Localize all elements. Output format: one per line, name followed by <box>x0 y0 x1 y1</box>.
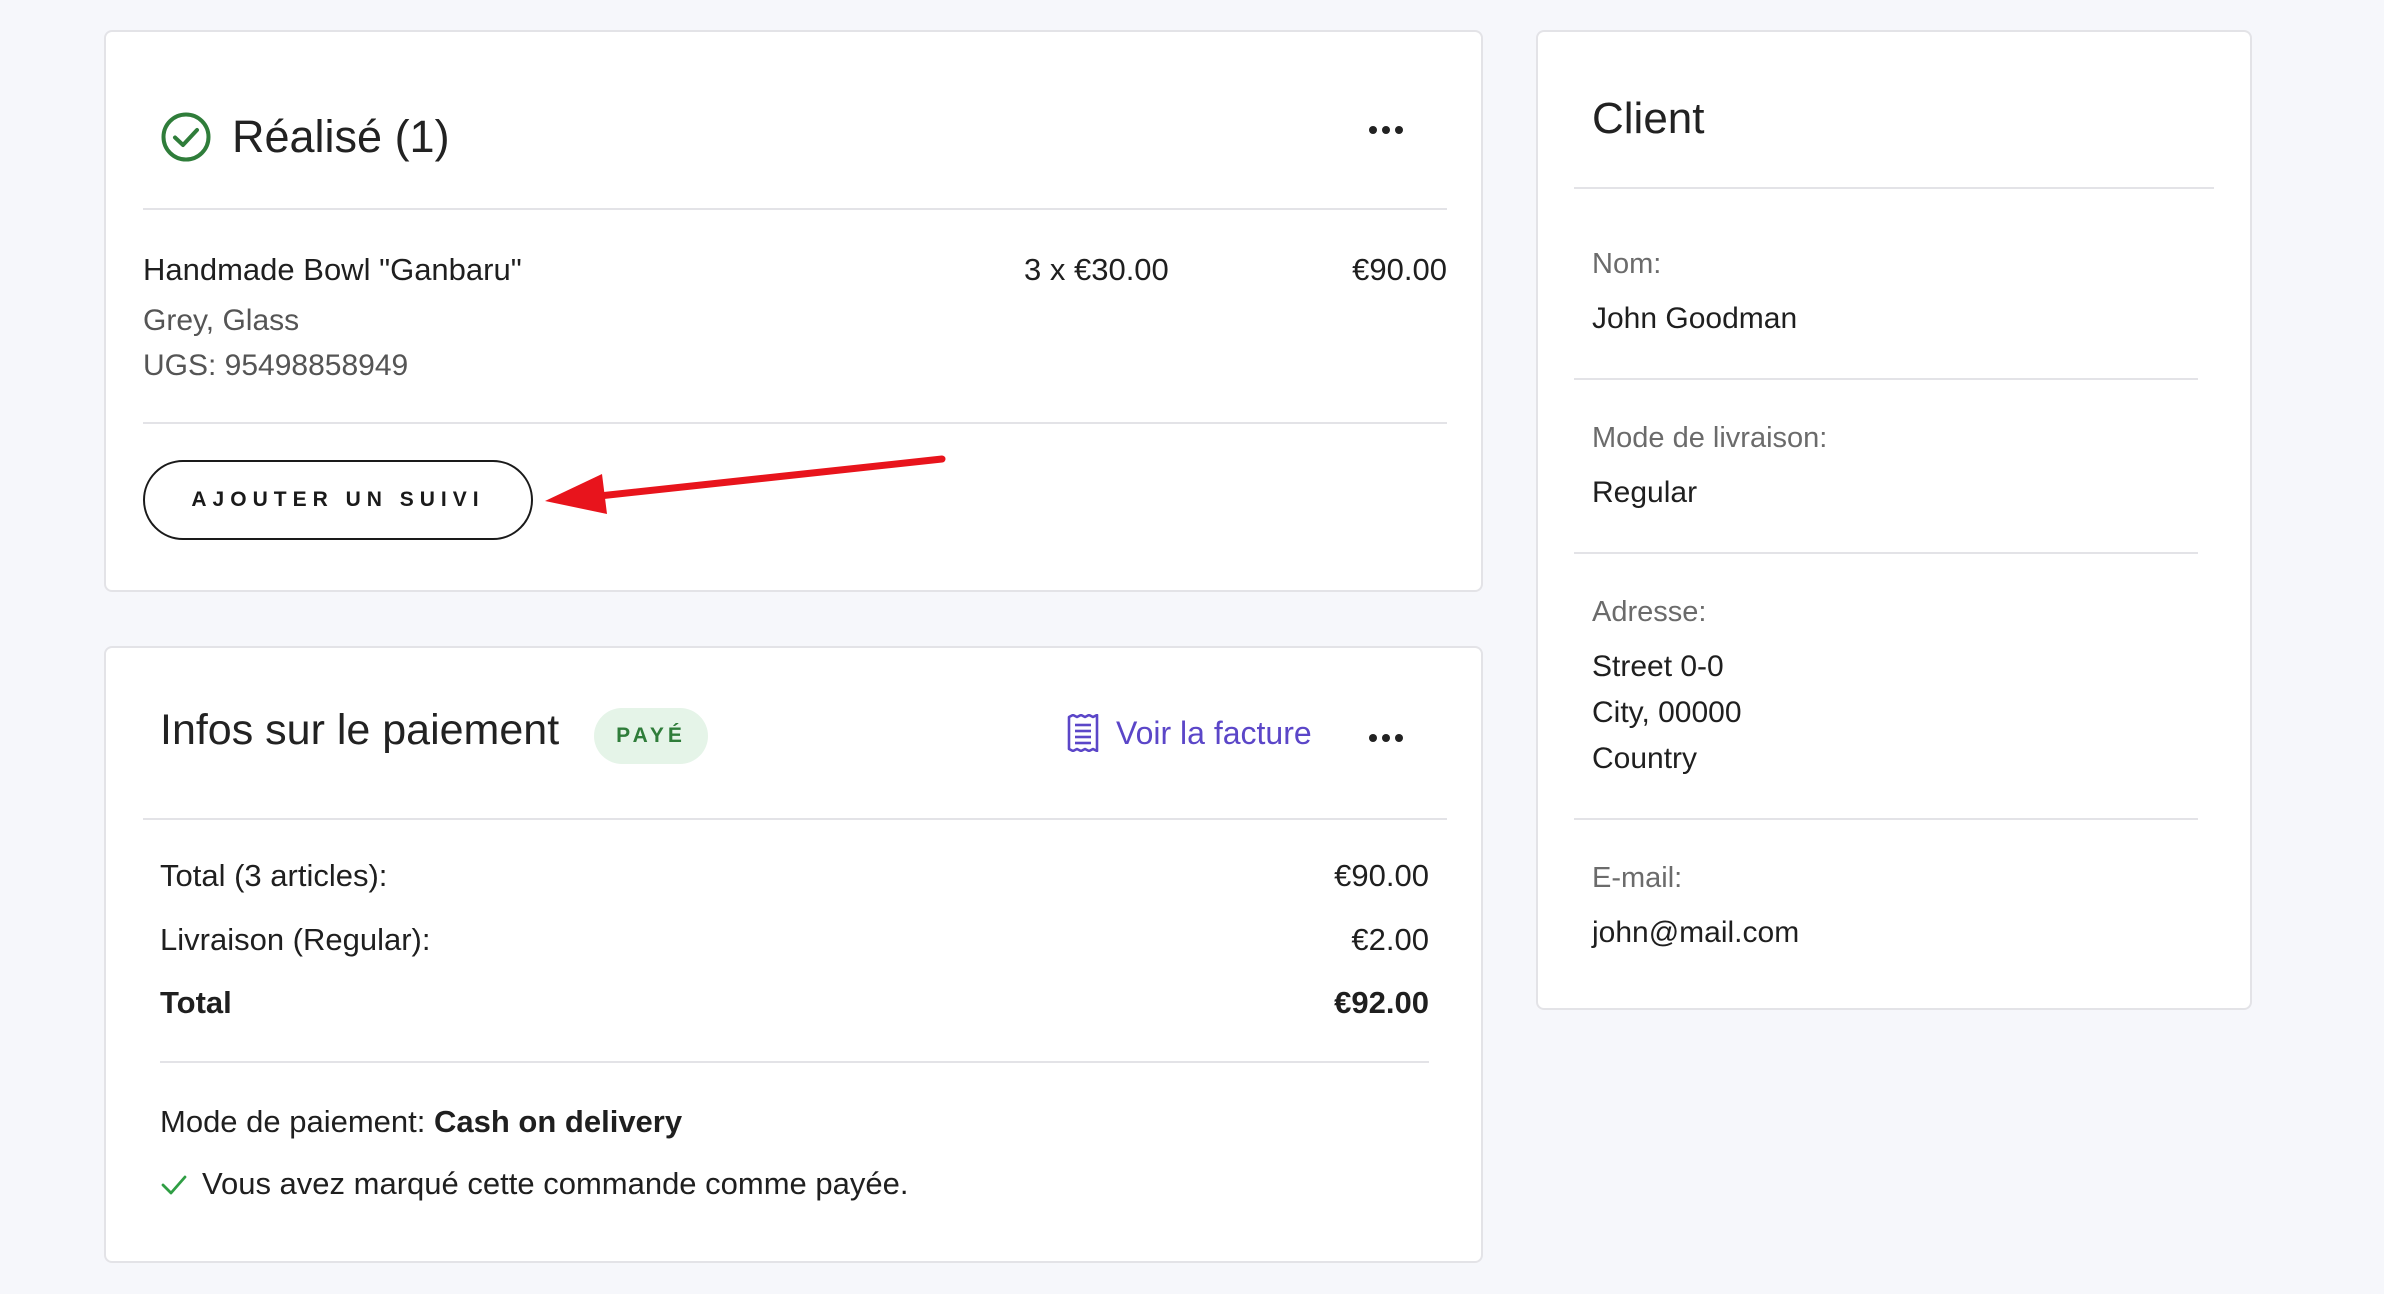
email-value[interactable]: john@mail.com <box>1592 916 1799 950</box>
divider <box>1574 378 2198 380</box>
address-value: Street 0-0 City, 00000 Country <box>1592 644 1742 782</box>
payment-method-value: Cash on delivery <box>434 1104 683 1139</box>
shipping-label: Livraison (Regular): <box>160 922 431 957</box>
name-value: John Goodman <box>1592 302 1798 335</box>
payment-method: Mode de paiement: Cash on delivery <box>160 1104 682 1140</box>
paid-note-text: Vous avez marqué cette commande comme pa… <box>202 1166 909 1201</box>
dot <box>1382 734 1390 742</box>
shipping-method-value: Regular <box>1592 476 1698 509</box>
fulfilled-more-button[interactable] <box>1356 110 1416 150</box>
address-label: Adresse: <box>1592 596 1707 628</box>
shipping-value: €2.00 <box>1351 922 1429 957</box>
divider <box>160 1061 1429 1063</box>
payment-title: Infos sur le paiement <box>160 706 560 754</box>
address-line: Country <box>1592 742 1698 775</box>
subtotal-value: €90.00 <box>1334 858 1429 893</box>
divider <box>1574 187 2214 189</box>
dot <box>1395 734 1403 742</box>
grand-total-row: Total €92.00 <box>160 985 1429 1021</box>
divider <box>143 422 1447 424</box>
fulfilled-title: Réalisé (1) <box>232 111 450 162</box>
status-badge: PAYÉ <box>594 708 708 764</box>
fulfilled-card: Réalisé (1) Handmade Bowl "Ganbaru" Grey… <box>104 30 1483 592</box>
check-circle-icon <box>161 112 211 162</box>
name-label: Nom: <box>1592 248 1662 280</box>
product-line-total: €90.00 <box>1352 252 1447 287</box>
subtotal-label: Total (3 articles): <box>160 858 388 893</box>
payment-more-button[interactable] <box>1356 718 1416 758</box>
product-variant: Grey, Glass <box>143 304 300 337</box>
payment-method-label: Mode de paiement: <box>160 1104 435 1139</box>
subtotal-row: Total (3 articles): €90.00 <box>160 858 1429 894</box>
paid-note: Vous avez marqué cette commande comme pa… <box>160 1166 908 1202</box>
payment-card: Infos sur le paiement PAYÉ Voir la factu… <box>104 646 1483 1263</box>
email-label: E-mail: <box>1592 862 1683 894</box>
order-details-page: Réalisé (1) Handmade Bowl "Ganbaru" Grey… <box>0 0 2384 1294</box>
divider <box>1574 818 2198 820</box>
receipt-icon <box>1067 714 1099 752</box>
shipping-row: Livraison (Regular): €2.00 <box>160 922 1429 958</box>
product-quantity-price: 3 x €30.00 <box>1024 252 1169 287</box>
view-invoice-link[interactable]: Voir la facture <box>1066 710 1312 756</box>
product-sku: UGS: 95498858949 <box>143 349 409 382</box>
address-line: City, 00000 <box>1592 696 1742 729</box>
address-line: Street 0-0 <box>1592 650 1724 683</box>
client-card: Client Nom: John Goodman Mode de livrais… <box>1536 30 2252 1010</box>
grand-total-value: €92.00 <box>1334 985 1429 1020</box>
dot <box>1369 126 1377 134</box>
divider <box>1574 552 2198 554</box>
product-name[interactable]: Handmade Bowl "Ganbaru" <box>143 252 522 288</box>
dot <box>1395 126 1403 134</box>
grand-total-label: Total <box>160 985 232 1020</box>
dot <box>1369 734 1377 742</box>
add-tracking-button[interactable]: AJOUTER UN SUIVI <box>143 460 533 540</box>
divider <box>143 818 1447 820</box>
dot <box>1382 126 1390 134</box>
client-title: Client <box>1592 94 1705 143</box>
divider <box>143 208 1447 210</box>
fulfilled-header: Réalisé (1) <box>160 104 450 170</box>
check-icon <box>161 1175 187 1195</box>
shipping-method-label: Mode de livraison: <box>1592 422 1828 454</box>
view-invoice-label: Voir la facture <box>1116 714 1312 751</box>
